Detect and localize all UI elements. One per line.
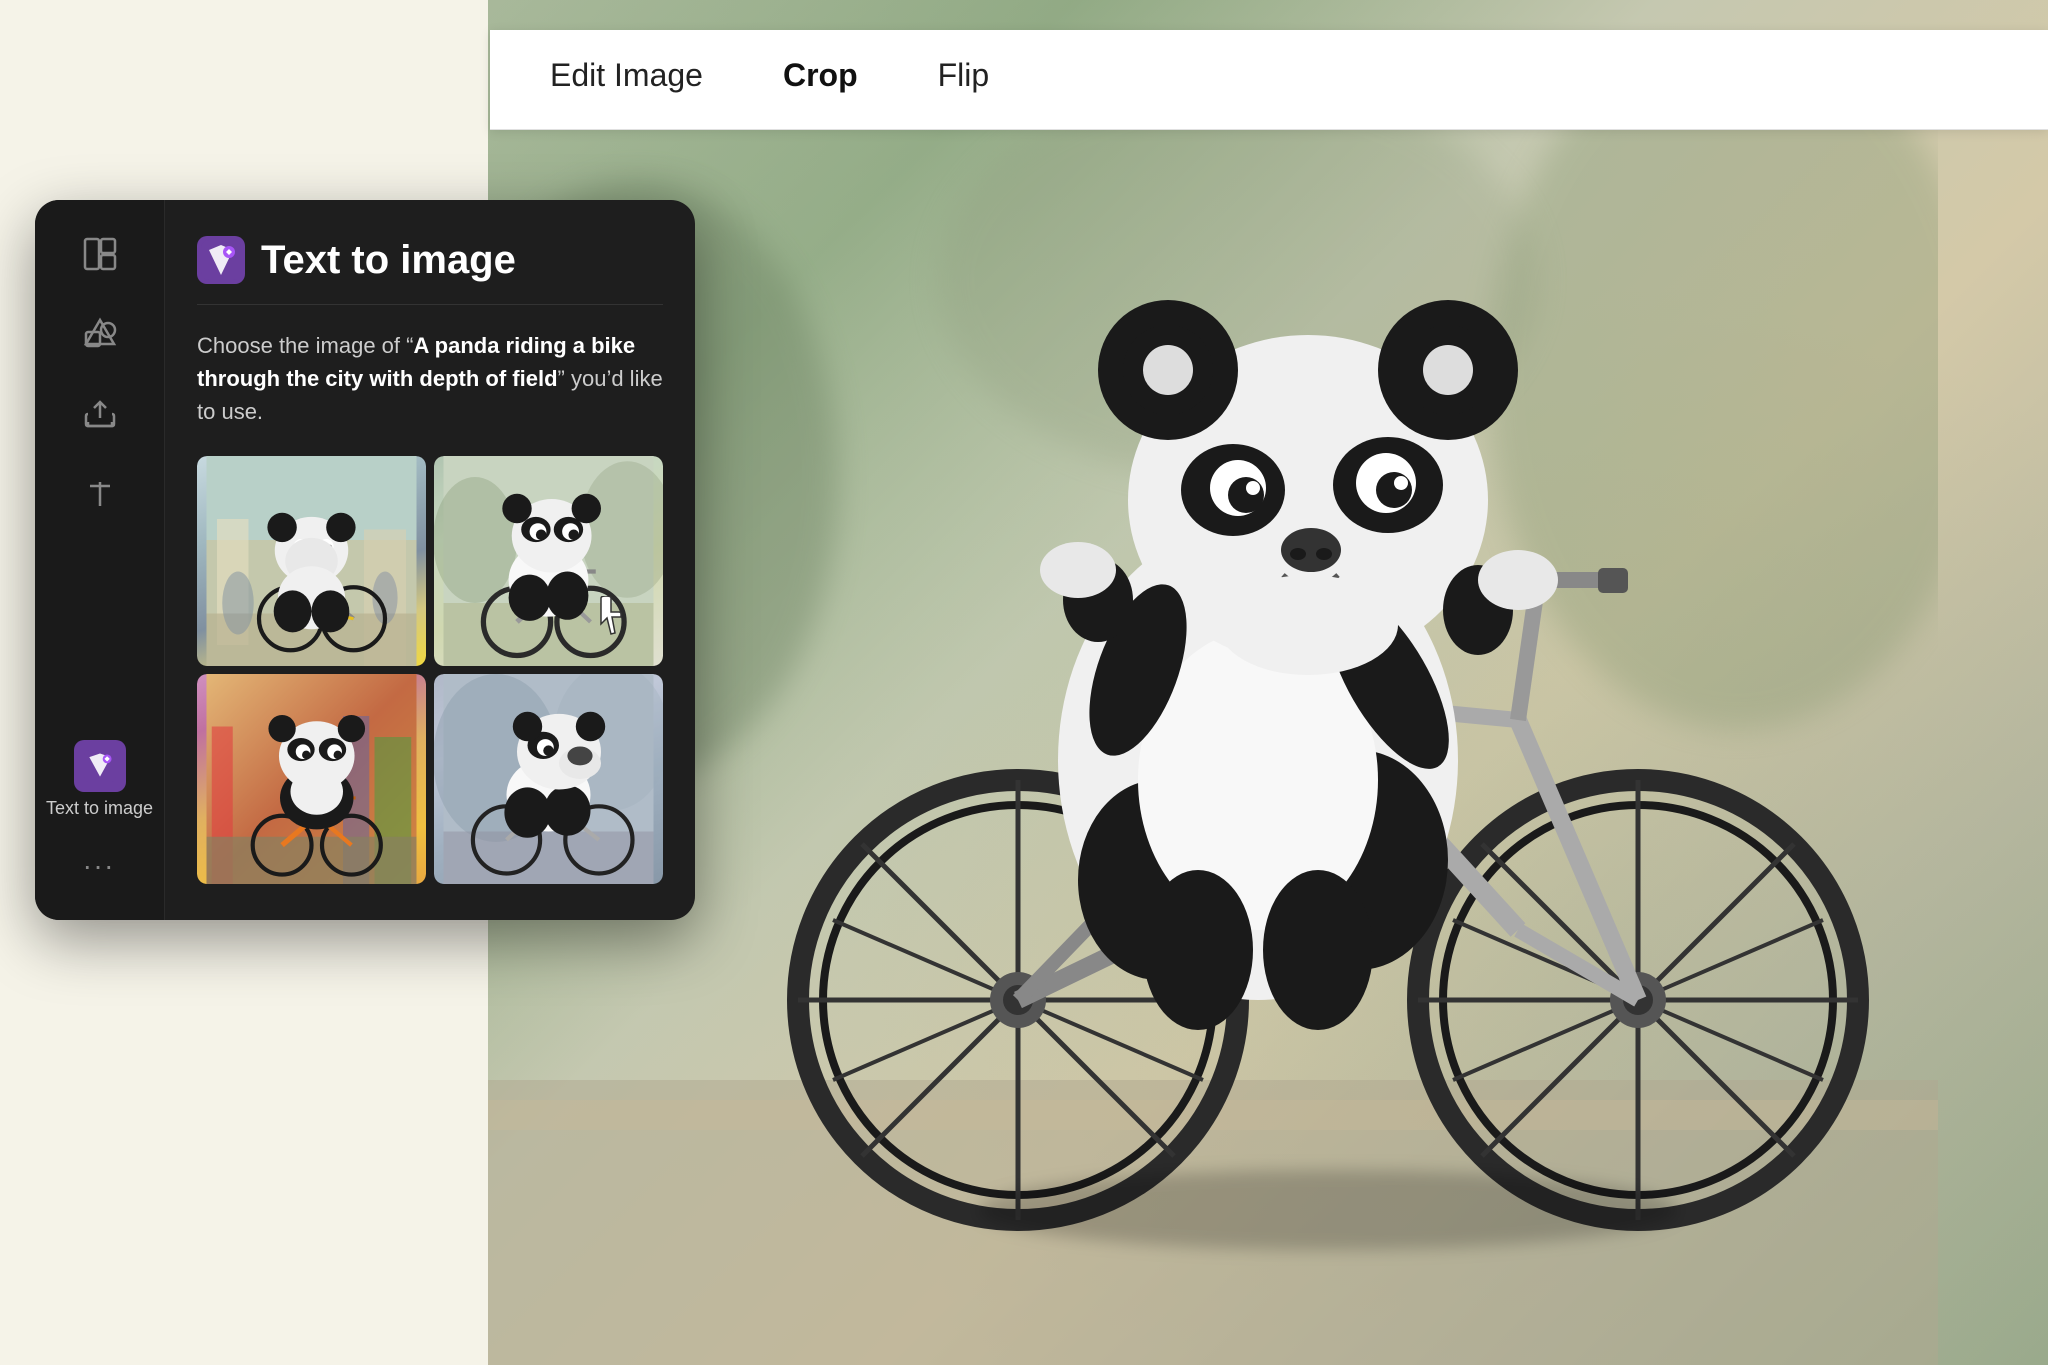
divider — [197, 304, 663, 305]
image-option-3[interactable] — [197, 674, 426, 884]
sidebar-item-shapes[interactable] — [70, 304, 130, 364]
tab-edit-image[interactable]: Edit Image — [550, 57, 703, 102]
image-option-4[interactable] — [434, 674, 663, 884]
image-option-1[interactable] — [197, 456, 426, 666]
left-panel: Text to image ... Text to image Choose — [35, 200, 695, 920]
text-to-image-label: Text to image — [46, 798, 153, 820]
sidebar-item-layout[interactable] — [70, 224, 130, 284]
image-option-2[interactable] — [434, 456, 663, 666]
sidebar-item-text[interactable] — [70, 464, 130, 524]
panel-description: Choose the image of “A panda riding a bi… — [197, 329, 663, 428]
main-background — [488, 0, 2048, 1365]
cursor-pointer — [593, 596, 633, 636]
panel-content: Text to image Choose the image of “A pan… — [165, 200, 695, 920]
text-to-image-icon — [74, 740, 126, 792]
more-options-button[interactable]: ... — [83, 844, 115, 876]
sidebar-item-upload[interactable] — [70, 384, 130, 444]
sidebar-item-text-to-image[interactable]: Text to image — [38, 732, 161, 828]
panel-header: Text to image — [197, 236, 663, 284]
icon-sidebar: Text to image ... — [35, 200, 165, 920]
image-grid — [197, 456, 663, 884]
edit-toolbar: Edit Image Crop Flip — [490, 30, 2048, 130]
panel-title: Text to image — [261, 238, 516, 283]
tab-flip[interactable]: Flip — [938, 57, 990, 102]
tab-crop[interactable]: Crop — [783, 57, 858, 102]
main-panda-image — [488, 80, 1938, 1365]
panel-icon — [197, 236, 245, 284]
